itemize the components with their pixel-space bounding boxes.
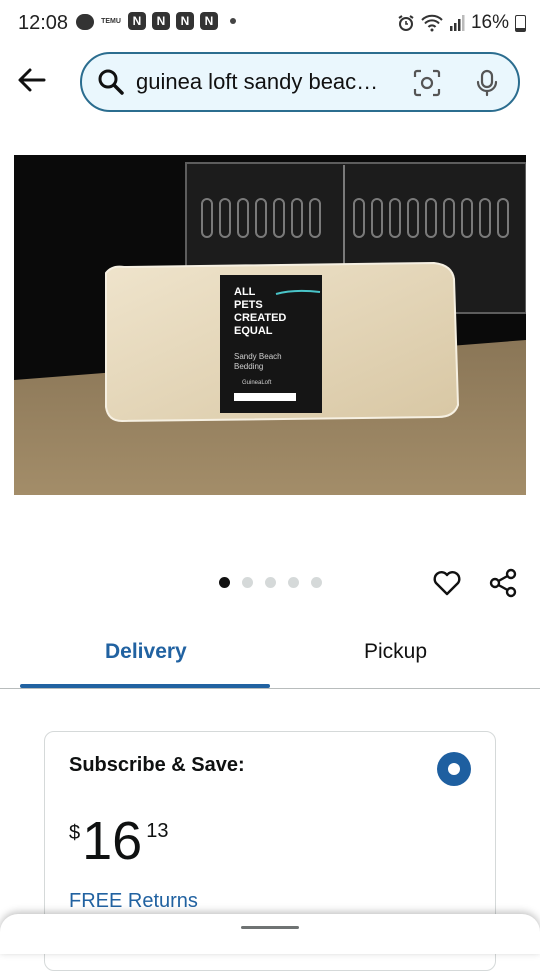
camera-search-icon[interactable]	[412, 68, 442, 98]
bag-label-line: CREATED	[234, 312, 286, 324]
subscribe-radio-button[interactable]	[437, 752, 471, 786]
wifi-icon	[421, 14, 443, 32]
search-input[interactable]: guinea loft sandy beac…	[80, 52, 520, 112]
bag-subtitle-line: Sandy Beach	[234, 352, 282, 361]
product-photo-illustration: ALL PETS CREATED EQUAL Sandy Beach Beddi…	[14, 155, 526, 495]
pagination-dot[interactable]	[242, 577, 253, 588]
alarm-icon	[398, 15, 414, 31]
bag-label-line: EQUAL	[234, 325, 273, 337]
bottom-sheet[interactable]	[0, 914, 540, 954]
pagination-dot[interactable]	[265, 577, 276, 588]
pagination-dot[interactable]	[311, 577, 322, 588]
search-query-text[interactable]: guinea loft sandy beac…	[136, 69, 396, 95]
search-icon	[98, 69, 124, 95]
bag-brand: GuineaLoft	[242, 380, 272, 386]
fulfillment-tabs: Delivery Pickup	[0, 630, 540, 689]
status-bar: 12:08 TEMU N N N N 16%	[0, 0, 540, 48]
active-tab-indicator	[20, 684, 270, 688]
chat-icon	[76, 14, 94, 30]
pagination-dot-active[interactable]	[219, 577, 230, 588]
share-icon[interactable]	[487, 567, 519, 599]
more-notifications-dot-icon	[230, 18, 236, 24]
pagination-dot[interactable]	[288, 577, 299, 588]
product-image[interactable]: ALL PETS CREATED EQUAL Sandy Beach Beddi…	[14, 155, 526, 495]
price-fraction: 13	[146, 820, 169, 842]
tab-delivery[interactable]: Delivery	[105, 640, 187, 664]
tab-pickup[interactable]: Pickup	[364, 640, 427, 664]
notification-icons: TEMU N N N N	[76, 12, 236, 30]
microphone-icon[interactable]	[472, 68, 502, 98]
price: $ 16 13	[69, 814, 168, 868]
notification-n-icon: N	[128, 12, 146, 30]
heart-icon[interactable]	[431, 567, 463, 599]
bag-label-line: ALL	[234, 286, 256, 298]
battery-percent: 16%	[470, 12, 509, 33]
status-time: 12:08	[18, 12, 69, 34]
system-icons: 16%	[397, 12, 526, 34]
signal-icon	[449, 15, 465, 31]
battery-icon	[515, 14, 526, 32]
temu-icon: TEMU	[101, 17, 121, 25]
price-whole: 16	[82, 811, 143, 871]
bag-label-line: PETS	[234, 299, 263, 311]
notification-n-icon: N	[152, 12, 170, 30]
image-pagination[interactable]	[219, 577, 322, 588]
free-returns-link[interactable]: FREE Returns	[69, 890, 198, 913]
back-arrow-icon[interactable]	[14, 62, 50, 98]
price-currency: $	[69, 822, 81, 844]
subscribe-title: Subscribe & Save:	[69, 754, 245, 776]
bag-subtitle-line: Bedding	[234, 362, 263, 371]
notification-n-icon: N	[176, 12, 194, 30]
notification-n-icon: N	[200, 12, 218, 30]
